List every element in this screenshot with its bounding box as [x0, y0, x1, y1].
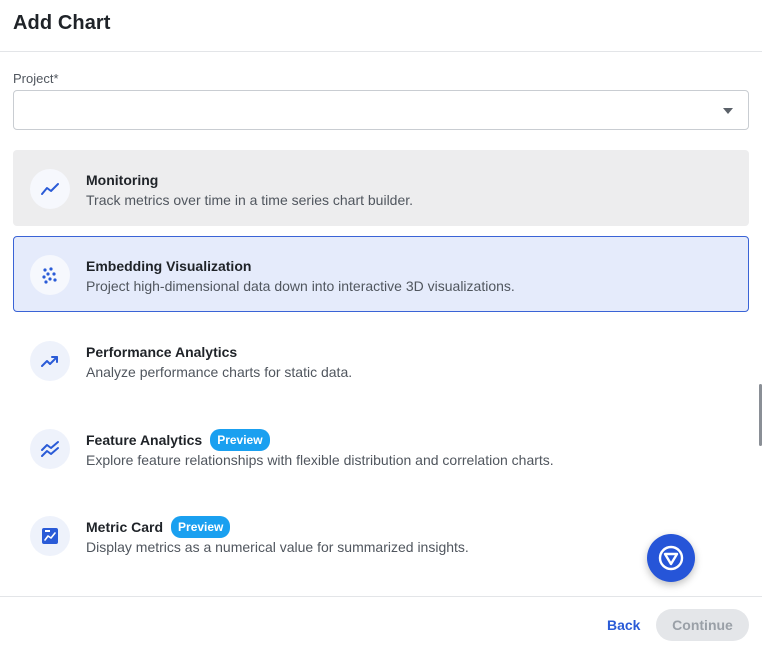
- option-title: Performance Analytics: [86, 344, 238, 360]
- multi-line-icon: [30, 429, 70, 469]
- chevron-down-icon: [723, 108, 733, 114]
- chart-option-monitoring[interactable]: Monitoring Track metrics over time in a …: [13, 150, 749, 226]
- chart-option-feature-analytics[interactable]: Feature Analytics Preview Explore featur…: [13, 410, 749, 486]
- line-trend-icon: [30, 169, 70, 209]
- project-select[interactable]: [13, 90, 749, 130]
- trending-up-icon: [30, 341, 70, 381]
- continue-button[interactable]: Continue: [656, 609, 749, 641]
- chart-option-performance-analytics[interactable]: Performance Analytics Analyze performanc…: [13, 322, 749, 398]
- back-button[interactable]: Back: [596, 609, 651, 641]
- dialog-header: Add Chart: [0, 0, 762, 52]
- preview-badge: Preview: [171, 516, 231, 538]
- project-label: Project*: [13, 71, 59, 86]
- dialog-title: Add Chart: [13, 12, 111, 34]
- option-description: Analyze performance charts for static da…: [86, 364, 353, 380]
- assistant-logo-icon: [658, 545, 684, 571]
- option-title: Monitoring: [86, 172, 159, 188]
- option-description: Project high-dimensional data down into …: [86, 278, 515, 294]
- option-title: Metric Card: [86, 519, 164, 535]
- scatter-dots-icon: [30, 255, 70, 295]
- option-title: Embedding Visualization: [86, 258, 252, 274]
- option-description: Explore feature relationships with flexi…: [86, 452, 554, 468]
- chart-option-embedding-visualization[interactable]: Embedding Visualization Project high-dim…: [13, 236, 749, 312]
- option-description: Track metrics over time in a time series…: [86, 192, 414, 208]
- chart-option-metric-card[interactable]: Metric Card Preview Display metrics as a…: [13, 497, 749, 573]
- dialog-footer: Back Continue: [0, 596, 762, 650]
- preview-badge: Preview: [210, 429, 270, 451]
- assistant-fab-button[interactable]: [647, 534, 695, 582]
- option-description: Display metrics as a numerical value for…: [86, 539, 469, 555]
- option-title: Feature Analytics: [86, 432, 203, 448]
- metric-card-icon: [30, 516, 70, 556]
